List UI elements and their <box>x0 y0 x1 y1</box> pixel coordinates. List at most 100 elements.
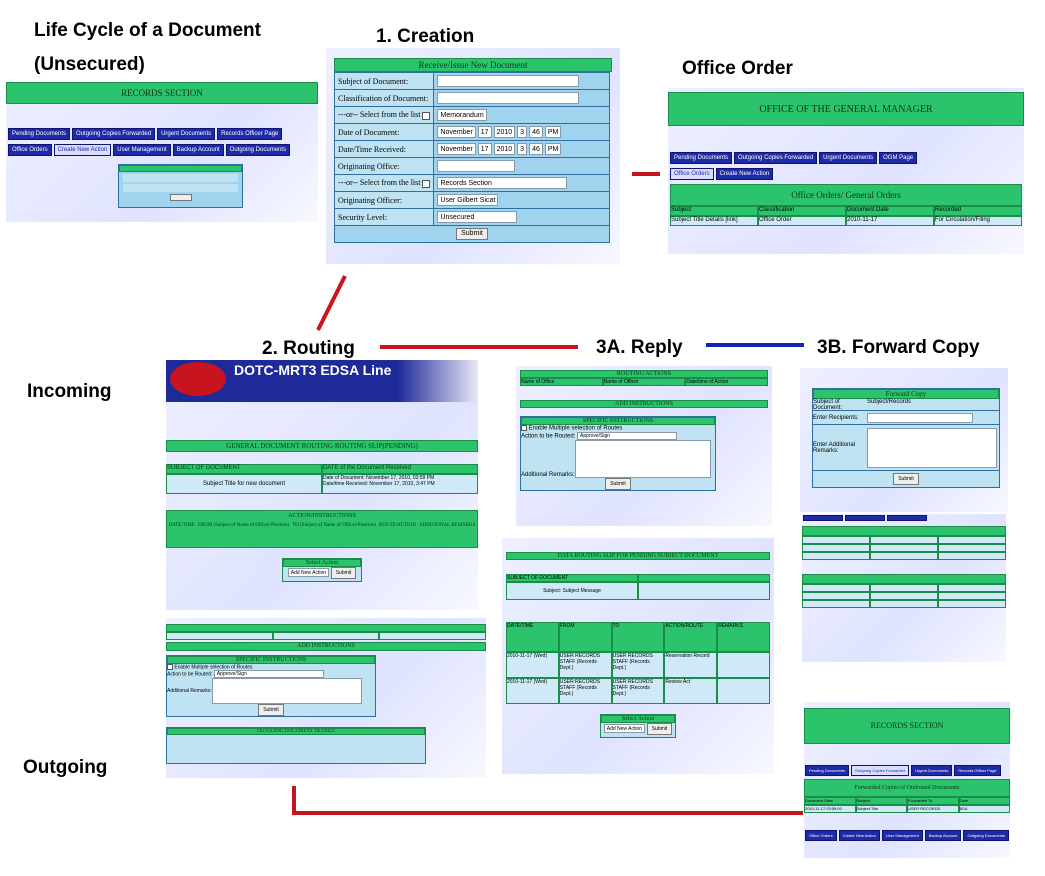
reply-row1-remarks <box>717 652 770 678</box>
routing-submit-button[interactable]: Submit <box>330 567 357 579</box>
oo-tab-ogm[interactable]: OGM Page <box>879 152 918 164</box>
rb-tab-office-orders[interactable]: Office Orders <box>805 830 837 841</box>
forward-list-header <box>802 526 1006 536</box>
rb-col-subject: Subject <box>855 797 907 805</box>
forward-list-tab[interactable] <box>887 515 927 521</box>
office-checkbox[interactable] <box>422 179 431 188</box>
forward-list-cell <box>802 592 870 600</box>
date-hour-select[interactable]: 3 <box>517 126 528 138</box>
oo-tab-urgent[interactable]: Urgent Documents <box>819 152 878 164</box>
rb-tab-records-officer[interactable]: Records Officer Page <box>954 765 1001 776</box>
reply-slip-submit-button[interactable]: Submit <box>646 723 673 735</box>
date-minute-select[interactable]: 46 <box>529 126 543 138</box>
forward-recipients-label: Enter Recipients: <box>813 414 859 421</box>
reply-submit-button[interactable]: Submit <box>605 477 631 490</box>
officer-select[interactable]: User Gilbert Sicat <box>437 194 499 206</box>
tab-office-orders[interactable]: Office Orders <box>8 144 52 156</box>
recv-ampm-select[interactable]: PM <box>544 143 562 155</box>
rb-cell-forwarded: USER RECORDS <box>907 805 959 813</box>
table-row[interactable] <box>802 600 1006 608</box>
table-row[interactable] <box>802 544 1006 552</box>
recv-month-select[interactable]: November <box>437 143 476 155</box>
subject-input[interactable] <box>437 75 580 87</box>
tab-records-officer[interactable]: Records Officer Page <box>217 128 283 140</box>
recv-hour-select[interactable]: 3 <box>517 143 528 155</box>
tab-urgent-documents[interactable]: Urgent Documents <box>157 128 216 140</box>
table-row[interactable]: Subject Title Details [link] Office Orde… <box>670 216 1022 226</box>
creation-submit-button[interactable]: Submit <box>456 228 488 240</box>
forward-list-cell <box>938 544 1006 552</box>
records-mini-field[interactable] <box>123 174 238 182</box>
forward-list-cell <box>870 536 938 544</box>
forward-remarks-textarea[interactable] <box>867 427 997 468</box>
outgoing-details-field[interactable] <box>167 749 425 756</box>
recv-year-select[interactable]: 2010 <box>493 143 516 155</box>
forward-recipients-input[interactable] <box>867 412 973 423</box>
tab-user-management[interactable]: User Management <box>113 144 171 156</box>
col-to: TO (Subject of Name of Officer/Position) <box>292 523 376 528</box>
forward-submit-button[interactable]: Submit <box>893 473 919 485</box>
tab-outgoing-copies[interactable]: Outgoing Copies Forwarded <box>72 128 156 140</box>
outgoing-details-field[interactable] <box>167 735 425 742</box>
reply-route-label: Action to be Routed: <box>521 433 576 440</box>
rb-tab-create-action[interactable]: Create New Action <box>838 830 880 841</box>
originating-office-input[interactable] <box>437 160 516 172</box>
oo-tab-pending[interactable]: Pending Documents <box>670 152 733 164</box>
outgoing-details-field[interactable] <box>167 756 425 763</box>
oo-tab-outgoing[interactable]: Outgoing Copies Forwarded <box>734 152 818 164</box>
forward-list-tab[interactable] <box>845 515 885 521</box>
routing-spacer <box>166 402 478 440</box>
tab-outgoing-documents[interactable]: Outgoing Documents <box>225 144 291 156</box>
routing-action-select[interactable]: Add New Action <box>287 567 330 577</box>
classification-input[interactable] <box>437 92 580 104</box>
table-row[interactable] <box>802 552 1006 560</box>
table-row[interactable] <box>802 584 1006 592</box>
rb-tab-backup[interactable]: Backup Account <box>924 830 962 841</box>
oo-tab-office-orders[interactable]: Office Orders <box>670 168 714 180</box>
outgoing-submit-button[interactable]: Submit <box>258 704 284 717</box>
reply-row1-date: 2010-11-17 (Wed) <box>506 652 559 678</box>
outgoing-remarks-row: Additional Remarks: <box>167 678 375 705</box>
oo-tab-create-action[interactable]: Create New Action <box>715 168 774 180</box>
reply-remarks-textarea[interactable] <box>574 439 711 478</box>
reply-route-select[interactable]: Approve/Sign <box>577 431 678 440</box>
reply-slip-columns: DATE/TIME FROM TO ACTION/ROUTE REMARKS <box>506 622 770 652</box>
records-mini-button[interactable] <box>169 194 192 201</box>
table-row[interactable] <box>802 536 1006 544</box>
outgoing-multi-checkbox[interactable] <box>167 664 173 670</box>
date-ampm-select[interactable]: PM <box>544 126 562 138</box>
reply-slip-subject-label: SUBJECT OF DOCUMENT <box>506 574 638 582</box>
date-month-select[interactable]: November <box>437 126 476 138</box>
forward-list-tab[interactable] <box>803 515 843 521</box>
rb-tab-user-management[interactable]: User Management <box>881 830 923 841</box>
table-row[interactable] <box>802 592 1006 600</box>
table-row[interactable]: 2010-11-17 03:59:00 Subject Title USER R… <box>804 805 1010 813</box>
reply-multi-checkbox[interactable] <box>521 425 527 431</box>
tab-pending-documents[interactable]: Pending Documents <box>8 128 71 140</box>
date-year-select[interactable]: 2010 <box>493 126 516 138</box>
outgoing-route-select[interactable]: Approve/Sign <box>213 670 324 679</box>
rb-tab-outgoing-docs[interactable]: Outgoing Documents <box>963 830 1010 841</box>
tab-create-new-action[interactable]: Create New Action <box>53 144 112 156</box>
rb-col-date2: Date <box>958 797 1010 805</box>
outgoing-details-field[interactable] <box>167 742 425 749</box>
reply-row2-action: Review Act <box>664 678 718 704</box>
recv-day-select[interactable]: 17 <box>477 143 492 155</box>
recv-minute-select[interactable]: 46 <box>529 143 543 155</box>
rb-tab-pending[interactable]: Pending Documents <box>805 765 850 776</box>
classification-select[interactable]: Memorandum <box>437 109 487 121</box>
reply-select-action-box: Select Action Add New Action Submit <box>600 714 676 738</box>
rb-tab-outgoing[interactable]: Outgoing Copies Forwarded <box>851 765 910 776</box>
office-select[interactable]: Records Section <box>437 177 568 189</box>
dates-cell: Date of Document: November 17, 2010, 03:… <box>322 474 478 494</box>
outgoing-remarks-textarea[interactable] <box>211 678 362 705</box>
rb-tab-urgent[interactable]: Urgent Documents <box>911 765 953 776</box>
tab-backup-account[interactable]: Backup Account <box>172 144 224 156</box>
records-mini-field[interactable] <box>123 184 238 192</box>
outgoing-top-cell <box>272 632 380 640</box>
classification-checkbox[interactable] <box>422 111 431 120</box>
date-day-select[interactable]: 17 <box>477 126 492 138</box>
reply-action-select[interactable]: Add New Action <box>603 723 646 733</box>
forward-submit-row: Submit <box>813 471 999 487</box>
security-select[interactable]: Unsecured <box>437 211 518 223</box>
